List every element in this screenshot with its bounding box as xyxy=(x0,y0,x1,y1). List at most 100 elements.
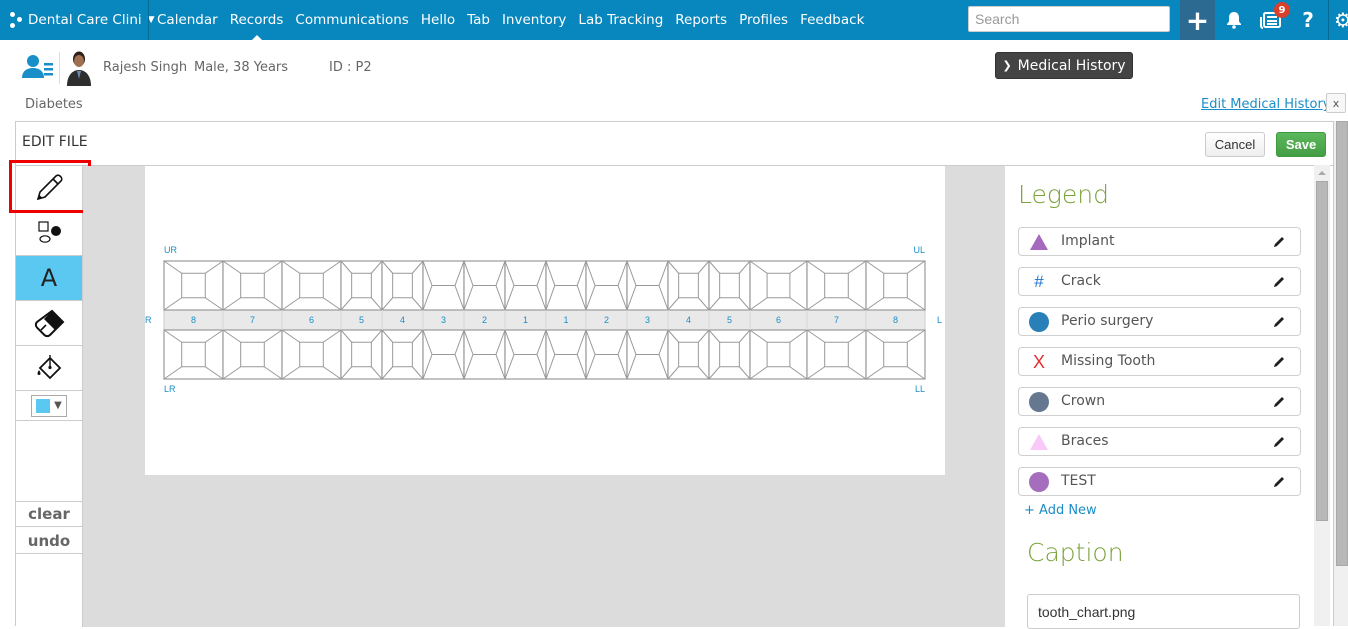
lower-tooth[interactable] xyxy=(163,329,224,380)
edit-file-header: EDIT FILE Cancel Save xyxy=(16,122,1348,166)
shapes-tool[interactable] xyxy=(16,211,82,256)
lower-tooth[interactable] xyxy=(504,329,547,380)
lower-tooth[interactable] xyxy=(422,329,465,380)
upper-tooth[interactable] xyxy=(422,260,465,311)
triangle-icon xyxy=(1029,433,1049,451)
divider xyxy=(1328,0,1329,40)
clinic-selector[interactable]: Dental Care Clini ▼ xyxy=(8,0,155,40)
color-picker[interactable]: ▼ xyxy=(31,394,67,417)
upper-tooth[interactable] xyxy=(865,260,926,311)
nav-item-feedback[interactable]: Feedback xyxy=(800,12,864,28)
top-navbar: Dental Care Clini ▼ Calendar Records Commu… xyxy=(0,0,1348,41)
upper-tooth[interactable] xyxy=(463,260,506,311)
lower-tooth[interactable] xyxy=(806,329,867,380)
add-button[interactable]: + xyxy=(1180,0,1215,40)
edit-pencil-icon[interactable] xyxy=(1272,274,1286,293)
lower-tooth[interactable] xyxy=(749,329,808,380)
lower-tooth[interactable] xyxy=(545,329,587,380)
lower-tooth[interactable] xyxy=(281,329,342,380)
medical-history-toggle[interactable]: ❯ Medical History xyxy=(995,52,1133,79)
upper-tooth[interactable] xyxy=(163,260,224,311)
tooth-number: 6 xyxy=(776,315,781,325)
upper-tooth[interactable] xyxy=(545,260,587,311)
legend-item[interactable]: Crown xyxy=(1018,387,1301,416)
edit-pencil-icon[interactable] xyxy=(1272,434,1286,453)
fill-tool[interactable] xyxy=(16,346,82,391)
nav-item-inventory[interactable]: Inventory xyxy=(502,12,566,28)
nav-item-profiles[interactable]: Profiles xyxy=(739,12,788,28)
upper-tooth[interactable] xyxy=(222,260,283,311)
edit-pencil-icon[interactable] xyxy=(1272,234,1286,253)
upper-tooth[interactable] xyxy=(667,260,710,311)
add-new-legend-link[interactable]: + Add New xyxy=(1024,503,1097,518)
upper-tooth[interactable] xyxy=(585,260,628,311)
undo-button[interactable]: undo xyxy=(16,528,82,554)
drawing-canvas[interactable]: 8 7 6 5 4 3 2 1 1 2 3 4 5 6 7 8 UR UL LR LL R L xyxy=(145,166,945,475)
help-button[interactable]: ? xyxy=(1297,0,1319,40)
pencil-tool[interactable] xyxy=(9,160,91,213)
lower-tooth[interactable] xyxy=(463,329,506,380)
caption-input[interactable] xyxy=(1027,594,1300,629)
upper-tooth[interactable] xyxy=(626,260,669,311)
cancel-button[interactable]: Cancel xyxy=(1205,132,1265,157)
legend-item[interactable]: X Missing Tooth xyxy=(1018,347,1301,376)
nav-item-communications[interactable]: Communications xyxy=(295,12,408,28)
search-input[interactable] xyxy=(968,6,1170,32)
upper-tooth[interactable] xyxy=(806,260,867,311)
legend-label: Perio surgery xyxy=(1061,313,1154,329)
nav-item-tab[interactable]: Tab xyxy=(467,12,490,28)
quadrant-label-ll: LL xyxy=(915,384,925,394)
clear-button[interactable]: clear xyxy=(16,501,82,527)
edit-pencil-icon[interactable] xyxy=(1272,474,1286,493)
eraser-tool[interactable] xyxy=(16,301,82,346)
legend-item[interactable]: Braces xyxy=(1018,427,1301,456)
upper-tooth[interactable] xyxy=(749,260,808,311)
upper-tooth[interactable] xyxy=(708,260,751,311)
lower-tooth[interactable] xyxy=(708,329,751,380)
patient-list-icon[interactable] xyxy=(22,54,54,84)
lower-tooth[interactable] xyxy=(865,329,926,380)
tooth-number: 7 xyxy=(834,315,839,325)
legend-label: Braces xyxy=(1061,433,1109,449)
lower-tooth[interactable] xyxy=(381,329,424,380)
lower-tooth[interactable] xyxy=(585,329,628,380)
scroll-up-arrow[interactable] xyxy=(1318,171,1326,175)
nav-item-hello[interactable]: Hello xyxy=(421,12,455,28)
page-scrollbar[interactable] xyxy=(1333,121,1348,626)
save-button[interactable]: Save xyxy=(1276,132,1326,157)
lower-tooth[interactable] xyxy=(667,329,710,380)
tooth-chart[interactable]: 8 7 6 5 4 3 2 1 1 2 3 4 5 6 7 8 UR UL LR LL R L xyxy=(145,166,945,475)
edit-medical-history-link[interactable]: Edit Medical History xyxy=(1201,97,1331,112)
patient-name[interactable]: Rajesh Singh xyxy=(103,60,187,75)
bell-icon xyxy=(1227,12,1241,29)
upper-tooth[interactable] xyxy=(340,260,383,311)
tooth-number: 8 xyxy=(893,315,898,325)
edit-pencil-icon[interactable] xyxy=(1272,314,1286,333)
upper-tooth[interactable] xyxy=(281,260,342,311)
nav-item-calendar[interactable]: Calendar xyxy=(157,12,218,28)
nav-item-lab-tracking[interactable]: Lab Tracking xyxy=(578,12,663,28)
lower-tooth[interactable] xyxy=(340,329,383,380)
nav-item-reports[interactable]: Reports xyxy=(675,12,727,28)
notifications-button[interactable] xyxy=(1222,0,1246,40)
settings-button[interactable]: ⚙ xyxy=(1334,0,1348,40)
panel-scrollbar[interactable] xyxy=(1314,165,1330,626)
legend-item[interactable]: Implant xyxy=(1018,227,1301,256)
lower-tooth[interactable] xyxy=(626,329,669,380)
legend-item[interactable]: TEST xyxy=(1018,467,1301,496)
quadrant-label-ur: UR xyxy=(164,245,177,255)
legend-item[interactable]: Perio surgery xyxy=(1018,307,1301,336)
edit-pencil-icon[interactable] xyxy=(1272,394,1286,413)
scroll-thumb[interactable] xyxy=(1316,181,1328,521)
lower-tooth[interactable] xyxy=(222,329,283,380)
nav-item-records[interactable]: Records xyxy=(230,12,283,41)
upper-tooth[interactable] xyxy=(504,260,547,311)
color-tool[interactable]: ▼ xyxy=(16,391,82,421)
text-tool[interactable]: A xyxy=(16,256,82,301)
edit-pencil-icon[interactable] xyxy=(1272,354,1286,373)
legend-label: Implant xyxy=(1061,233,1115,249)
upper-tooth[interactable] xyxy=(381,260,424,311)
legend-item[interactable]: # Crack xyxy=(1018,267,1301,296)
scroll-thumb[interactable] xyxy=(1336,121,1348,566)
close-button[interactable]: x xyxy=(1326,93,1346,113)
